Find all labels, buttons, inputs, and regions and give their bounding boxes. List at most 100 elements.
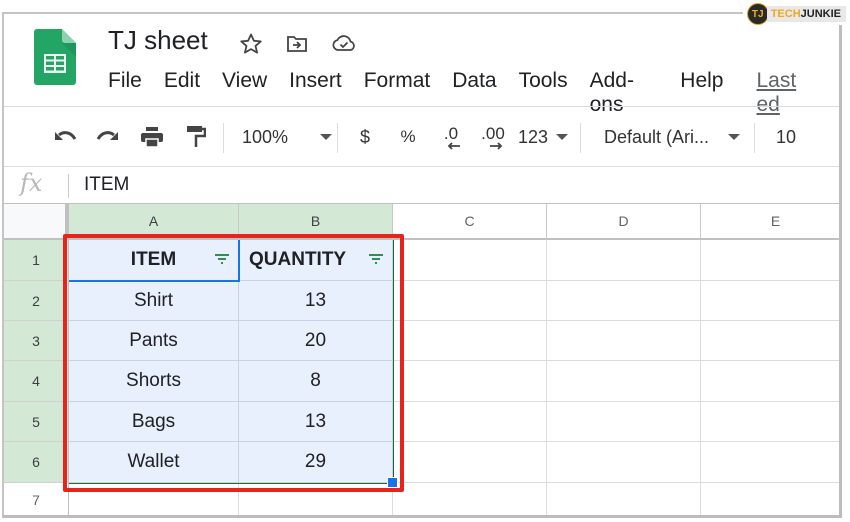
filter-icon[interactable] <box>368 253 384 265</box>
cell-d5[interactable] <box>547 402 701 442</box>
cell-b6[interactable]: 29 <box>239 442 393 483</box>
cell-d4[interactable] <box>547 361 701 402</box>
cell-d1[interactable] <box>547 240 701 281</box>
cell-a7[interactable] <box>69 483 239 515</box>
cell-b4[interactable]: 8 <box>239 361 393 402</box>
row-header-6[interactable]: 6 <box>4 442 69 483</box>
font-select[interactable]: Default (Ari... <box>604 107 740 167</box>
percent-format-button[interactable]: % <box>397 107 419 167</box>
chevron-down-icon <box>840 134 842 140</box>
redo-icon <box>96 131 118 140</box>
cell-c5[interactable] <box>393 402 547 442</box>
print-button[interactable] <box>137 107 167 167</box>
cell-c1[interactable] <box>393 240 547 281</box>
column-header-c[interactable]: C <box>393 204 547 240</box>
undo-button[interactable] <box>50 107 80 167</box>
techjunkie-watermark: TJ TECH JUNKIE <box>742 3 846 25</box>
watermark-text: TECH JUNKIE <box>766 6 846 22</box>
font-size-value: 10 <box>776 126 797 147</box>
move-to-folder-icon[interactable] <box>284 31 310 57</box>
font-size-select[interactable]: 10 <box>776 107 842 167</box>
paint-format-button[interactable] <box>181 107 211 167</box>
cell-a3[interactable]: Pants <box>69 321 239 361</box>
cell-d2[interactable] <box>547 281 701 321</box>
cell-b1[interactable]: QUANTITY <box>239 240 393 281</box>
toolbar-separator <box>337 123 338 153</box>
cell-e4[interactable] <box>701 361 839 402</box>
watermark-junkie: JUNKIE <box>800 8 841 20</box>
cell-e3[interactable] <box>701 321 839 361</box>
row-header-3[interactable]: 3 <box>4 321 69 361</box>
zoom-value: 100% <box>242 126 289 147</box>
watermark-tech: TECH <box>770 8 801 20</box>
star-icon[interactable] <box>238 31 264 57</box>
cloud-saved-icon[interactable] <box>331 31 357 57</box>
currency-format-button[interactable]: $ <box>354 107 376 167</box>
techjunkie-logo-icon: TJ <box>746 3 769 25</box>
spreadsheet-grid: A B C D E 1 2 3 4 5 6 7 ITEM QUANTITY Sh… <box>4 204 839 515</box>
formula-input[interactable]: ITEM <box>84 174 129 196</box>
increase-decimal-label: .00 <box>481 123 505 143</box>
row-header-4[interactable]: 4 <box>4 361 69 402</box>
row-header-2[interactable]: 2 <box>4 281 69 321</box>
decrease-decimal-label: .0 <box>443 123 459 143</box>
cell-b5[interactable]: 13 <box>239 402 393 442</box>
cell-d3[interactable] <box>547 321 701 361</box>
sheets-window: TJ sheet File Edit View Insert Format Da… <box>2 12 842 518</box>
row-header-7[interactable]: 7 <box>4 483 69 515</box>
sheets-logo-icon[interactable] <box>34 29 76 85</box>
cell-e6[interactable] <box>701 442 839 483</box>
more-formats-button[interactable]: 123 <box>518 107 568 167</box>
fx-icon: fx <box>20 169 43 197</box>
cell-b3[interactable]: 20 <box>239 321 393 361</box>
cell-a5[interactable]: Bags <box>69 402 239 442</box>
cell-e7[interactable] <box>701 483 839 515</box>
column-header-e[interactable]: E <box>701 204 839 240</box>
cell-d6[interactable] <box>547 442 701 483</box>
cell-c2[interactable] <box>393 281 547 321</box>
cell-c7[interactable] <box>393 483 547 515</box>
formula-separator <box>68 174 69 198</box>
more-formats-label: 123 <box>518 126 549 147</box>
toolbar-separator <box>223 123 224 153</box>
toolbar: 100% $ % .0 .00 123 Default (Ari... 10 <box>4 107 839 167</box>
arrow-left-icon <box>447 141 460 150</box>
redo-button[interactable] <box>93 107 123 167</box>
select-all-corner[interactable] <box>4 204 69 240</box>
cell-e1[interactable] <box>701 240 839 281</box>
chevron-down-icon <box>320 134 332 140</box>
cell-c3[interactable] <box>393 321 547 361</box>
cell-a4[interactable]: Shorts <box>69 361 239 402</box>
decrease-decimal-button[interactable]: .0 <box>437 107 465 167</box>
header-quantity-text: QUANTITY <box>249 249 347 270</box>
cell-b2[interactable]: 13 <box>239 281 393 321</box>
header-item-text: ITEM <box>130 249 177 270</box>
toolbar-separator <box>754 123 755 153</box>
column-header-a[interactable]: A <box>69 204 239 240</box>
undo-icon <box>55 131 77 140</box>
row-header-5[interactable]: 5 <box>4 402 69 442</box>
cell-c6[interactable] <box>393 442 547 483</box>
print-icon <box>141 127 163 148</box>
row-header-1[interactable]: 1 <box>4 240 69 281</box>
cell-a1[interactable]: ITEM <box>69 240 239 281</box>
fill-handle[interactable] <box>387 477 398 488</box>
filter-icon[interactable] <box>214 253 230 265</box>
cell-a2[interactable]: Shirt <box>69 281 239 321</box>
document-title[interactable]: TJ sheet <box>108 25 208 56</box>
chevron-down-icon <box>556 134 568 140</box>
column-header-b[interactable]: B <box>239 204 393 240</box>
font-value: Default (Ari... <box>604 126 710 147</box>
cell-c4[interactable] <box>393 361 547 402</box>
zoom-select[interactable]: 100% <box>242 107 332 167</box>
arrow-right-icon <box>490 141 503 150</box>
cell-d7[interactable] <box>547 483 701 515</box>
toolbar-separator <box>580 123 581 153</box>
cell-b7[interactable] <box>239 483 393 515</box>
chevron-down-icon <box>728 134 740 140</box>
cell-e5[interactable] <box>701 402 839 442</box>
column-header-d[interactable]: D <box>547 204 701 240</box>
increase-decimal-button[interactable]: .00 <box>478 107 508 167</box>
cell-e2[interactable] <box>701 281 839 321</box>
cell-a6[interactable]: Wallet <box>69 442 239 483</box>
